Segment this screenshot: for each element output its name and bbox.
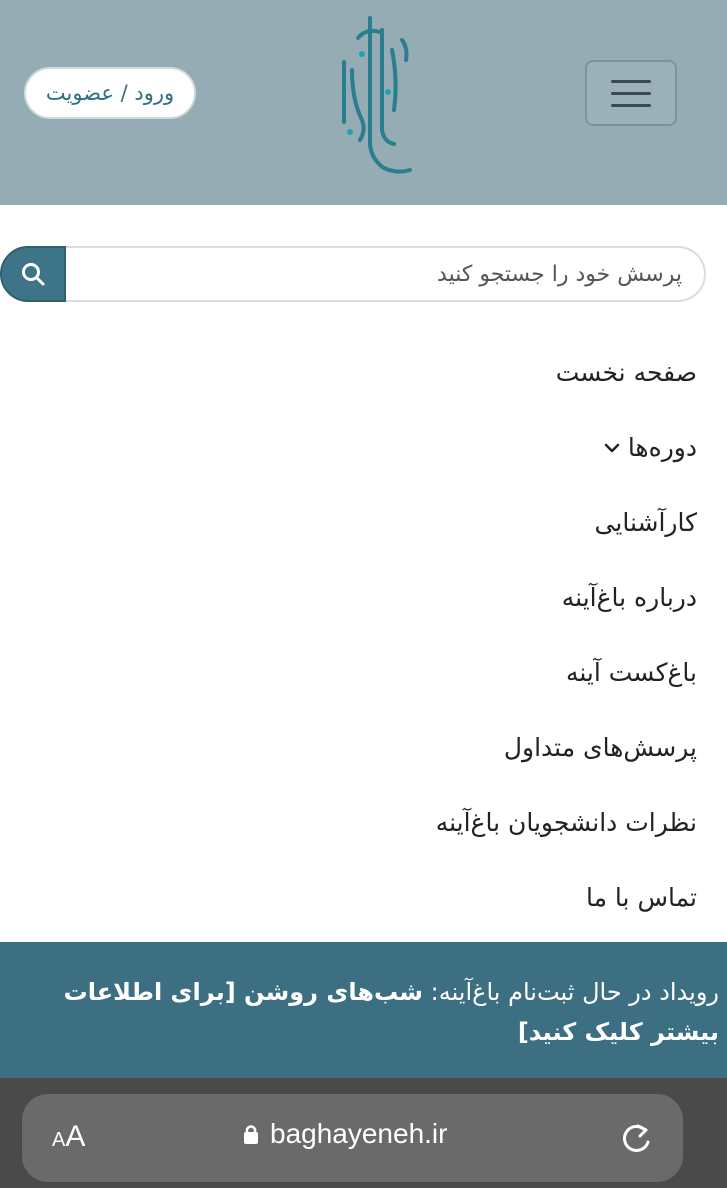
search-input[interactable] [50,246,706,302]
nav-item-label: کارآشنایی [594,508,697,537]
menu-icon-bar [611,103,651,107]
nav-item-faq[interactable]: پرسش‌های متداول [17,710,697,785]
banner-event-name: شب‌های روشن [244,978,423,1006]
nav-item-home[interactable]: صفحه نخست [17,335,697,410]
chevron-down-icon [604,442,620,454]
nav-item-karashnayi[interactable]: کارآشنایی [17,485,697,560]
nav-item-courses[interactable]: دوره‌ها [17,410,697,485]
nav-item-label: پرسش‌های متداول [503,733,697,762]
browser-toolbar: AA baghayeneh.ir [0,1078,727,1188]
lock-icon [244,1125,258,1144]
nav-item-about[interactable]: درباره باغ‌آینه [17,560,697,635]
search-button[interactable] [0,246,66,302]
reload-icon[interactable] [618,1118,654,1158]
site-logo[interactable] [322,10,422,180]
address-bar[interactable]: AA baghayeneh.ir [22,1094,683,1182]
menu-icon-bar [611,91,651,95]
text-size-small-glyph: A [52,1129,66,1151]
nav-item-label: باغ‌کست آینه [565,658,697,687]
nav-item-label: تماس با ما [585,883,697,912]
login-register-button[interactable]: ورود / عضویت [24,67,196,119]
url-text: baghayeneh.ir [270,1118,448,1149]
text-size-big-glyph: A [65,1120,86,1153]
nav-item-label: درباره باغ‌آینه [561,583,697,612]
nav-item-contact[interactable]: تماس با ما [17,860,697,935]
url-display[interactable]: baghayeneh.ir [242,1118,447,1150]
text-size-button[interactable]: AA [52,1120,85,1154]
nav-item-testimonials[interactable]: نظرات دانشجویان باغ‌آینه [17,785,697,860]
hamburger-menu-button[interactable] [585,60,677,126]
nav-item-label: صفحه نخست [555,358,697,387]
main-nav: صفحه نخست دوره‌ها کارآشنایی درباره باغ‌آ… [17,335,697,935]
search-icon [22,263,45,286]
nav-item-label: دوره‌ها [627,433,697,462]
event-banner[interactable]: رویداد در حال ثبت‌نام باغ‌آینه: شب‌های ر… [0,942,727,1078]
menu-icon-bar [611,79,651,83]
nav-item-label: نظرات دانشجویان باغ‌آینه [435,808,697,837]
nav-item-podcast[interactable]: باغ‌کست آینه [17,635,697,710]
search-bar [0,246,706,302]
site-header: ورود / عضویت [0,0,727,205]
banner-prefix: رویداد در حال ثبت‌نام باغ‌آینه: [422,978,719,1006]
